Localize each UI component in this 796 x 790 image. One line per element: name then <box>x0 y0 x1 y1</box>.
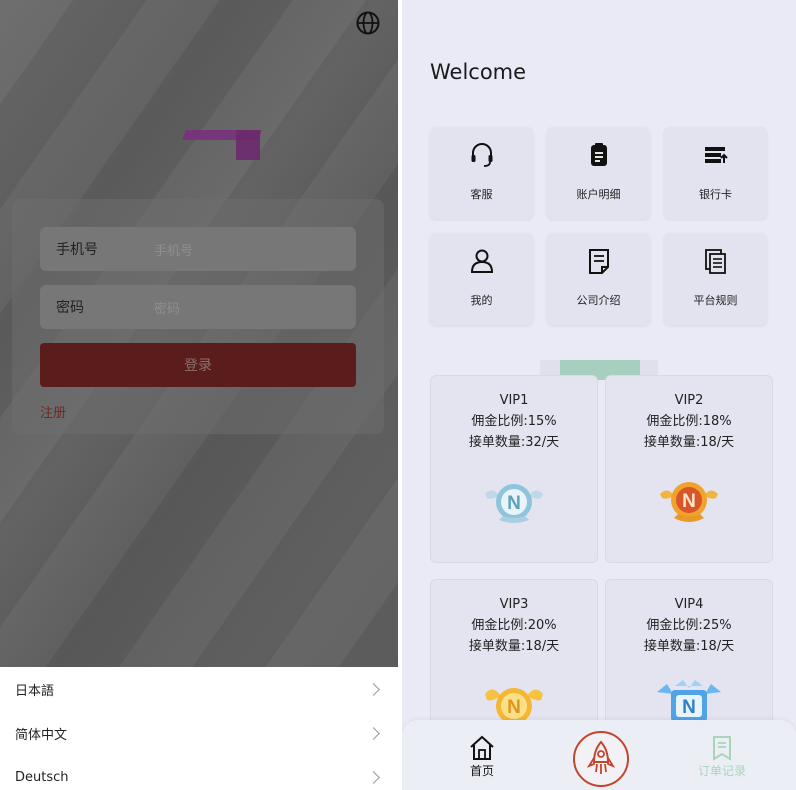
tile-my-profile[interactable]: 我的 <box>430 233 533 325</box>
silver-badge-icon: N <box>485 484 543 523</box>
bank-card-icon <box>704 147 728 163</box>
user-icon <box>470 249 493 273</box>
tab-orders-label: 订单记录 <box>697 764 746 778</box>
rules-icon <box>704 249 726 274</box>
bottom-tab-bar: 首页 订单记录 <box>402 720 796 790</box>
vip-card-2[interactable]: VIP2 佣金比例:18% 接单数量:18/天 N <box>605 375 773 563</box>
language-item-german[interactable]: Deutsch <box>0 755 398 790</box>
login-button[interactable]: 登录 <box>40 343 356 387</box>
vip-commission: 佣金比例:20% <box>471 618 557 633</box>
orders-icon <box>713 736 731 761</box>
rocket-icon <box>586 740 616 774</box>
document-icon <box>588 249 609 274</box>
phone-field[interactable]: 手机号 手机号 <box>40 227 356 271</box>
vip-orders: 接单数量:18/天 <box>643 639 735 654</box>
tile-label: 公司介绍 <box>576 294 621 307</box>
svg-text:N: N <box>682 491 696 512</box>
headset-icon <box>471 143 492 167</box>
vip-commission: 佣金比例:15% <box>471 414 557 429</box>
vip-name: VIP1 <box>499 393 529 408</box>
tile-platform-rules[interactable]: 平台规则 <box>664 233 767 325</box>
tile-label: 客服 <box>470 188 493 201</box>
tab-order-records[interactable]: 订单记录 <box>682 734 762 779</box>
language-item-japanese[interactable]: 日本語 <box>0 667 398 711</box>
vip-name: VIP4 <box>674 597 704 612</box>
tile-label: 银行卡 <box>699 188 732 201</box>
tile-account-details[interactable]: 账户明细 <box>547 127 650 219</box>
vip-commission: 佣金比例:18% <box>646 414 732 429</box>
tab-home-label: 首页 <box>469 764 494 778</box>
language-sheet: 日本語 简体中文 Deutsch <box>0 667 398 790</box>
tile-company-intro[interactable]: 公司介绍 <box>547 233 650 325</box>
language-item-chinese[interactable]: 简体中文 <box>0 711 398 755</box>
home-icon <box>470 735 494 760</box>
rocket-button[interactable] <box>573 731 629 787</box>
chevron-right-icon <box>367 682 380 696</box>
home-screen: Welcome 客服 账户明细 银行卡 我的 公司介绍 平台规则 VIP1 佣金… <box>402 0 796 790</box>
account-details-icon <box>590 143 607 166</box>
chevron-right-icon <box>367 770 380 784</box>
svg-text:N: N <box>682 697 696 718</box>
password-label: 密码 <box>56 300 84 316</box>
tile-label: 平台规则 <box>693 294 738 307</box>
logo <box>182 128 262 160</box>
tile-label: 账户明细 <box>576 188 621 201</box>
bronze-badge-icon: N <box>660 482 718 522</box>
tab-home[interactable]: 首页 <box>442 734 522 779</box>
tile-customer-service[interactable]: 客服 <box>430 127 533 219</box>
password-input[interactable]: 密码 <box>154 298 180 317</box>
vip-orders: 接单数量:32/天 <box>468 435 560 450</box>
phone-label: 手机号 <box>56 242 98 258</box>
tile-label: 我的 <box>470 294 493 307</box>
language-label: Deutsch <box>15 769 69 785</box>
svg-text:N: N <box>507 697 521 718</box>
login-card: 手机号 手机号 密码 密码 登录 注册 <box>12 199 384 434</box>
vip-name: VIP2 <box>674 393 704 408</box>
vip-name: VIP3 <box>499 597 529 612</box>
vip-commission: 佣金比例:25% <box>646 618 732 633</box>
vip-card-1[interactable]: VIP1 佣金比例:15% 接单数量:32/天 N <box>430 375 598 563</box>
register-link[interactable]: 注册 <box>40 402 66 421</box>
vip-orders: 接单数量:18/天 <box>468 639 560 654</box>
phone-input[interactable]: 手机号 <box>154 240 193 259</box>
chevron-right-icon <box>367 726 380 740</box>
password-field[interactable]: 密码 密码 <box>40 285 356 329</box>
vip-orders: 接单数量:18/天 <box>643 435 735 450</box>
language-label: 简体中文 <box>15 727 68 743</box>
login-screen: 手机号 手机号 密码 密码 登录 注册 日本語 简体中文 Deutsch <box>0 0 398 790</box>
language-label: 日本語 <box>15 683 55 699</box>
svg-text:N: N <box>507 493 521 514</box>
globe-icon[interactable] <box>355 10 381 36</box>
welcome-title: Welcome <box>430 60 527 84</box>
tile-bank-card[interactable]: 银行卡 <box>664 127 767 219</box>
